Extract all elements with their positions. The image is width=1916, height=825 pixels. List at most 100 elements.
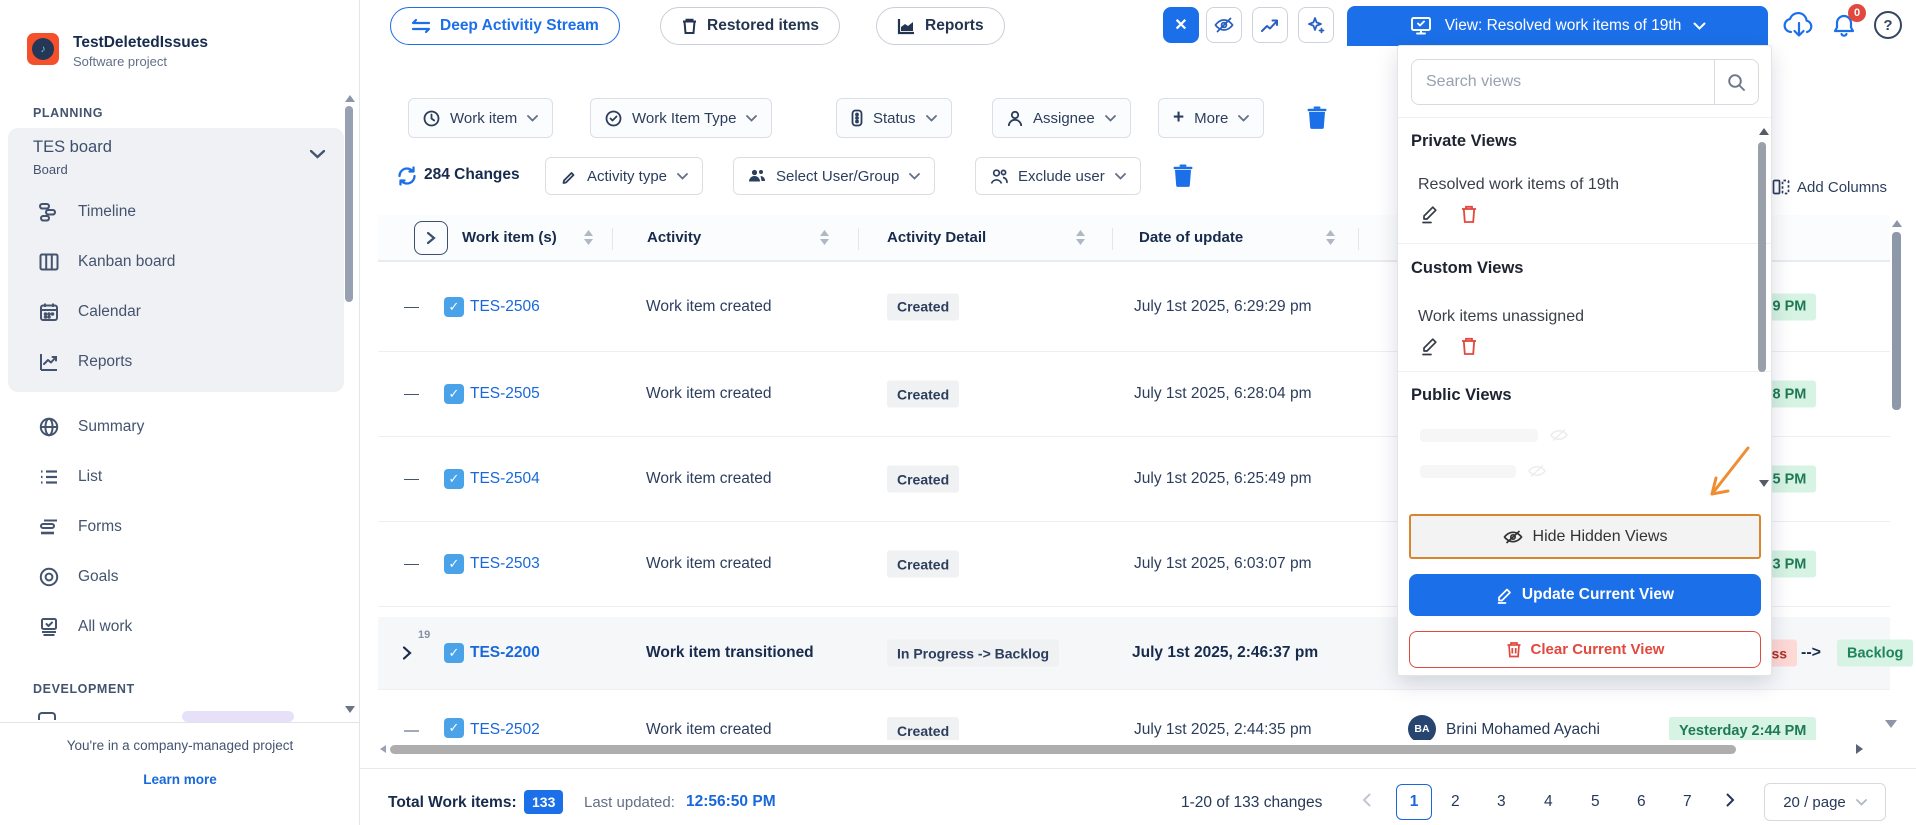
- reports-button[interactable]: Reports: [876, 7, 1005, 45]
- learn-more-link[interactable]: Learn more: [0, 772, 360, 787]
- chevron-down-icon[interactable]: [310, 150, 325, 159]
- hide-button[interactable]: [1206, 7, 1242, 43]
- view-item[interactable]: Resolved work items of 19th: [1418, 176, 1619, 194]
- views-search-input[interactable]: [1412, 60, 1714, 104]
- row-checkbox[interactable]: ✓: [444, 643, 464, 663]
- prev-page-icon[interactable]: [1362, 793, 1371, 807]
- collapse-dash-icon[interactable]: —: [404, 722, 419, 739]
- search-icon[interactable]: [1714, 60, 1758, 104]
- panel-scroll-down-arrow[interactable]: [1759, 480, 1769, 487]
- refresh-icon[interactable]: [396, 165, 418, 187]
- work-item-key[interactable]: TES-2502: [470, 721, 540, 739]
- column-header-work-item[interactable]: Work item (s): [462, 229, 557, 246]
- page-4-button[interactable]: 4: [1544, 793, 1553, 811]
- filter-work-item-type[interactable]: Work Item Type: [590, 98, 772, 138]
- work-item-key[interactable]: TES-2506: [470, 298, 540, 316]
- sidebar-scroll-up-arrow[interactable]: [345, 95, 355, 102]
- deep-activity-stream-button[interactable]: Deep Activitiy Stream: [390, 7, 620, 45]
- page-2-button[interactable]: 2: [1451, 793, 1460, 811]
- work-item-key[interactable]: TES-2503: [470, 555, 540, 573]
- trend-chart-button[interactable]: [1252, 7, 1288, 43]
- sidebar-scrollbar-thumb[interactable]: [345, 106, 353, 302]
- update-current-view-button[interactable]: Update Current View: [1409, 574, 1761, 616]
- collapse-dash-icon[interactable]: —: [404, 386, 419, 403]
- sidebar-item-calendar[interactable]: Calendar: [0, 290, 360, 334]
- horizontal-scrollbar-thumb[interactable]: [390, 745, 1736, 754]
- help-icon[interactable]: ?: [1874, 11, 1902, 39]
- work-item-key[interactable]: TES-2505: [470, 385, 540, 403]
- sidebar-item-reports[interactable]: Reports: [0, 340, 360, 384]
- page-5-button[interactable]: 5: [1591, 793, 1600, 811]
- filter-assignee[interactable]: Assignee: [992, 98, 1131, 138]
- close-stream-button[interactable]: ✕: [1163, 7, 1199, 43]
- edit-view-icon[interactable]: [1420, 336, 1440, 356]
- edit-view-icon[interactable]: [1420, 204, 1440, 224]
- sidebar-item-kanban-board[interactable]: Kanban board: [0, 240, 360, 284]
- table-vertical-scrollbar-thumb[interactable]: [1892, 232, 1901, 410]
- sidebar-item-summary[interactable]: Summary: [0, 405, 360, 449]
- sidebar-scroll-down-arrow[interactable]: [345, 706, 355, 713]
- page-1-button[interactable]: 1: [1396, 784, 1432, 820]
- page-3-button[interactable]: 3: [1497, 793, 1506, 811]
- kanban-board-icon: [38, 251, 60, 273]
- clear-activity-filters-trash-icon[interactable]: [1172, 164, 1194, 188]
- filter-activity-type[interactable]: Activity type: [545, 157, 703, 195]
- sidebar-item-all-work[interactable]: All work: [0, 605, 360, 649]
- page-6-button[interactable]: 6: [1637, 793, 1646, 811]
- collapse-dash-icon[interactable]: —: [404, 556, 419, 573]
- column-header-activity[interactable]: Activity: [647, 229, 701, 246]
- clear-filters-trash-icon[interactable]: [1306, 106, 1328, 130]
- filter-more[interactable]: + More: [1158, 98, 1264, 138]
- sort-icon[interactable]: [1076, 230, 1085, 245]
- row-checkbox[interactable]: ✓: [444, 297, 464, 317]
- scroll-left-arrow[interactable]: [380, 745, 386, 753]
- cloud-download-icon[interactable]: [1782, 10, 1816, 40]
- page-7-button[interactable]: 7: [1683, 793, 1692, 811]
- sidebar-item-goals[interactable]: Goals: [0, 555, 360, 599]
- ai-sparkles-button[interactable]: [1298, 7, 1334, 43]
- work-item-key[interactable]: TES-2504: [470, 470, 540, 488]
- update-current-view-label: Update Current View: [1522, 586, 1674, 604]
- filter-select-user-group[interactable]: Select User/Group: [733, 157, 935, 195]
- add-columns-button[interactable]: Add Columns: [1772, 178, 1887, 196]
- column-header-date-of-update[interactable]: Date of update: [1139, 229, 1243, 246]
- row-checkbox[interactable]: ✓: [444, 718, 464, 738]
- filter-work-item[interactable]: Work item: [408, 98, 553, 138]
- filter-exclude-user[interactable]: Exclude user: [975, 157, 1141, 195]
- table-horizontal-scrollbar[interactable]: [378, 740, 1890, 758]
- sort-icon[interactable]: [820, 230, 829, 245]
- view-item[interactable]: Work items unassigned: [1418, 308, 1584, 326]
- board-title[interactable]: TES board: [33, 138, 112, 157]
- view-selector-button[interactable]: View: Resolved work items of 19th: [1347, 6, 1768, 46]
- table-scroll-down-arrow[interactable]: [1885, 720, 1897, 728]
- delete-view-icon[interactable]: [1460, 336, 1478, 356]
- collapse-dash-icon[interactable]: —: [404, 471, 419, 488]
- sort-icon[interactable]: [1326, 230, 1335, 245]
- table-scroll-up-arrow[interactable]: [1892, 220, 1902, 227]
- panel-scroll-up-arrow[interactable]: [1759, 128, 1769, 135]
- row-checkbox[interactable]: ✓: [444, 384, 464, 404]
- page-size-select[interactable]: 20 / page: [1764, 783, 1886, 821]
- delete-view-icon[interactable]: [1460, 204, 1478, 224]
- table-row[interactable]: — ✓ TES-2502 Work item created Created J…: [378, 690, 1890, 775]
- hide-hidden-views-button[interactable]: Hide Hidden Views: [1409, 514, 1761, 559]
- sidebar-item-timeline[interactable]: Timeline: [0, 190, 360, 234]
- clear-current-view-button[interactable]: Clear Current View: [1409, 631, 1761, 668]
- sidebar-item-forms[interactable]: Forms: [0, 505, 360, 549]
- globe-icon: [38, 416, 60, 438]
- expand-all-button[interactable]: [414, 221, 448, 255]
- sort-icon[interactable]: [584, 230, 593, 245]
- scroll-right-arrow[interactable]: [1856, 744, 1863, 754]
- sidebar-item-list[interactable]: List: [0, 455, 360, 499]
- column-header-activity-detail[interactable]: Activity Detail: [887, 229, 986, 246]
- next-page-icon[interactable]: [1726, 793, 1735, 807]
- pagination-range: 1-20 of 133 changes: [1181, 794, 1322, 812]
- filter-status[interactable]: Status: [836, 98, 952, 138]
- expand-row-icon[interactable]: [402, 646, 412, 661]
- collapse-dash-icon[interactable]: —: [404, 298, 419, 315]
- work-item-key[interactable]: TES-2200: [470, 644, 540, 662]
- row-checkbox[interactable]: ✓: [444, 554, 464, 574]
- panel-scrollbar-thumb[interactable]: [1758, 142, 1766, 372]
- restored-items-button[interactable]: Restored items: [660, 7, 840, 45]
- row-checkbox[interactable]: ✓: [444, 469, 464, 489]
